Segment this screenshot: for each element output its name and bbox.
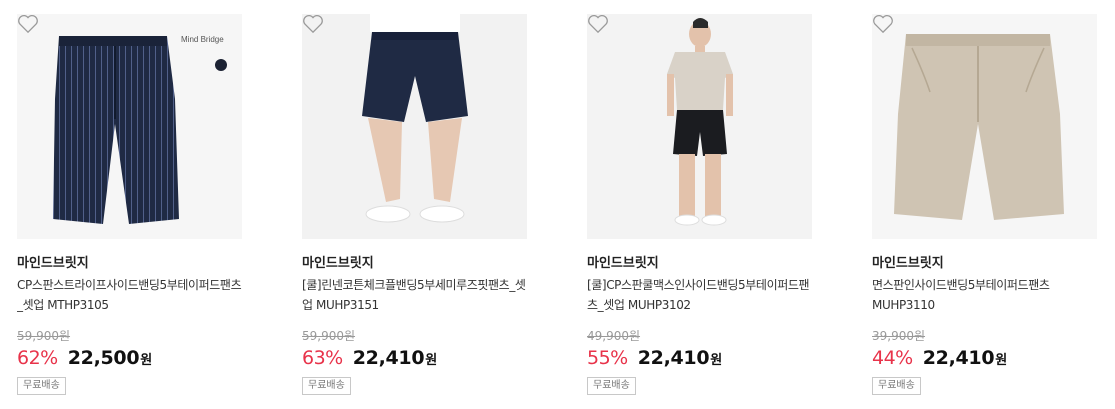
currency-unit: 원 bbox=[995, 353, 1008, 368]
free-shipping-badge: 무료배송 bbox=[17, 377, 66, 395]
model-full-body-black-shorts-image bbox=[587, 14, 812, 239]
brand-name[interactable]: 마인드브릿지 bbox=[587, 252, 813, 271]
product-name[interactable]: CP스판스트라이프사이드밴딩5부테이퍼드팬츠_셋업 MTHP3105 bbox=[17, 275, 243, 315]
sale-price: 22,410 bbox=[352, 347, 425, 369]
product-image[interactable]: Mind Bridge bbox=[17, 14, 242, 239]
discount-rate: 62% bbox=[17, 347, 58, 369]
free-shipping-badge: 무료배송 bbox=[872, 377, 921, 395]
price-row: 62% 22,500 원 bbox=[17, 347, 243, 373]
product-card[interactable]: Mind Bridge 마인드브릿지 CP스판스트라이프사이드밴딩5부테이퍼드팬… bbox=[17, 14, 243, 395]
currency-unit: 원 bbox=[425, 353, 438, 368]
brand-watermark: Mind Bridge bbox=[181, 35, 224, 44]
free-shipping-badge: 무료배송 bbox=[587, 377, 636, 395]
brand-name[interactable]: 마인드브릿지 bbox=[872, 252, 1098, 271]
sale-price: 22,500 bbox=[67, 347, 140, 369]
free-shipping-badge: 무료배송 bbox=[302, 377, 351, 395]
product-name[interactable]: [쿨]CP스판쿨맥스인사이드밴딩5부테이퍼드팬츠_셋업 MUHP3102 bbox=[587, 275, 813, 315]
color-swatch[interactable] bbox=[215, 59, 227, 71]
discount-rate: 44% bbox=[872, 347, 913, 369]
product-card[interactable]: 마인드브릿지 [쿨]린넨코튼체크플밴딩5부세미루즈핏팬츠_셋업 MUHP3151… bbox=[302, 14, 528, 395]
product-image[interactable] bbox=[302, 14, 527, 239]
product-image[interactable] bbox=[587, 14, 812, 239]
brand-name[interactable]: 마인드브릿지 bbox=[302, 252, 528, 271]
brand-name[interactable]: 마인드브릿지 bbox=[17, 252, 243, 271]
heart-outline-icon[interactable] bbox=[17, 14, 39, 34]
sale-price: 22,410 bbox=[637, 347, 710, 369]
original-price: 59,900원 bbox=[302, 329, 356, 343]
heart-outline-icon[interactable] bbox=[302, 14, 324, 34]
currency-unit: 원 bbox=[140, 353, 153, 368]
original-price: 49,900원 bbox=[587, 329, 641, 343]
discount-rate: 63% bbox=[302, 347, 343, 369]
product-card[interactable]: 마인드브릿지 [쿨]CP스판쿨맥스인사이드밴딩5부테이퍼드팬츠_셋업 MUHP3… bbox=[587, 14, 813, 395]
product-grid: Mind Bridge 마인드브릿지 CP스판스트라이프사이드밴딩5부테이퍼드팬… bbox=[0, 0, 1115, 409]
discount-rate: 55% bbox=[587, 347, 628, 369]
currency-unit: 원 bbox=[710, 353, 723, 368]
model-legs-navy-shorts-image bbox=[302, 14, 527, 239]
navy-pinstripe-shorts-image bbox=[17, 14, 242, 239]
original-price: 39,900원 bbox=[872, 329, 926, 343]
price-row: 44% 22,410 원 bbox=[872, 347, 1098, 373]
beige-shorts-image bbox=[872, 14, 1097, 239]
product-name[interactable]: 면스판인사이드밴딩5부테이퍼드팬츠 MUHP3110 bbox=[872, 275, 1098, 315]
price-row: 55% 22,410 원 bbox=[587, 347, 813, 373]
heart-outline-icon[interactable] bbox=[872, 14, 894, 34]
product-image[interactable] bbox=[872, 14, 1097, 239]
product-name[interactable]: [쿨]린넨코튼체크플밴딩5부세미루즈핏팬츠_셋업 MUHP3151 bbox=[302, 275, 528, 315]
product-card[interactable]: 마인드브릿지 면스판인사이드밴딩5부테이퍼드팬츠 MUHP3110 39,900… bbox=[872, 14, 1098, 395]
sale-price: 22,410 bbox=[922, 347, 995, 369]
heart-outline-icon[interactable] bbox=[587, 14, 609, 34]
original-price: 59,900원 bbox=[17, 329, 71, 343]
price-row: 63% 22,410 원 bbox=[302, 347, 528, 373]
